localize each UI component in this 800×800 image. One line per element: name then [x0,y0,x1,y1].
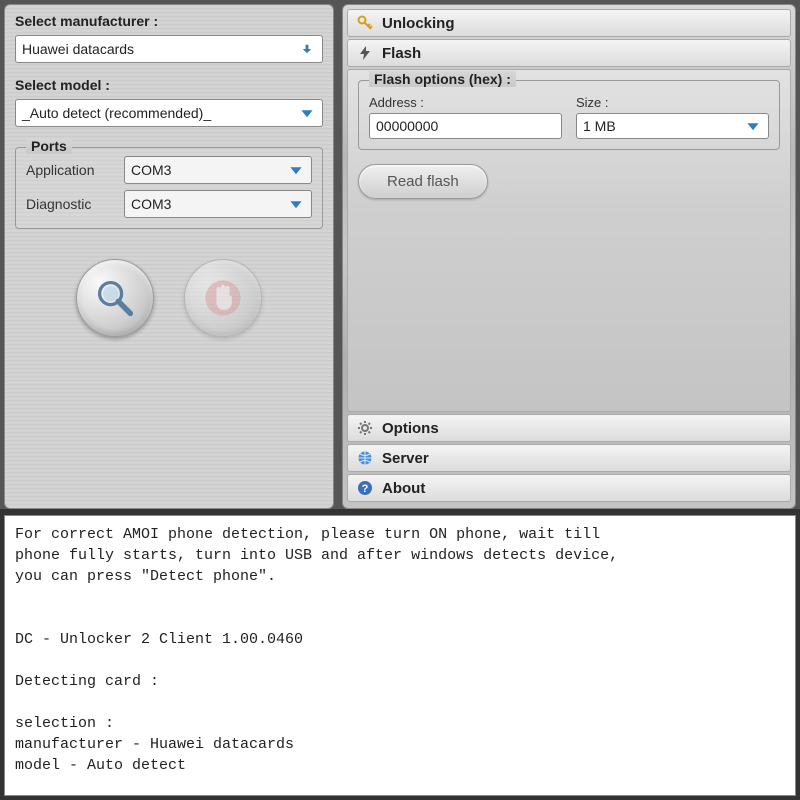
application-port-combo[interactable]: COM3 [124,156,312,184]
key-icon [356,14,374,32]
size-combo[interactable]: 1 MB [576,113,769,139]
size-label: Size : [576,95,769,110]
address-label: Address : [369,95,562,110]
tab-unlocking-label: Unlocking [382,15,455,32]
flash-options-group: Flash options (hex) : Address : Size : 1… [358,80,780,150]
chevron-down-icon [287,161,305,179]
help-icon: ? [356,479,374,497]
detect-button[interactable] [76,259,154,337]
search-icon [93,276,137,320]
size-value: 1 MB [583,118,744,134]
log-output[interactable]: For correct AMOI phone detection, please… [4,515,796,796]
svg-text:?: ? [362,483,369,495]
chevron-down-icon [744,117,762,135]
tab-options-label: Options [382,420,439,437]
application-port-value: COM3 [131,162,287,178]
ports-title: Ports [26,138,72,154]
model-label: Select model : [15,77,323,93]
diagnostic-port-label: Diagnostic [26,196,116,212]
model-combo[interactable]: _Auto detect (recommended)_ [15,99,323,127]
flash-options-title: Flash options (hex) : [369,71,516,87]
flash-panel: Flash options (hex) : Address : Size : 1… [347,69,791,412]
tab-server[interactable]: Server [347,444,791,472]
diagnostic-port-combo[interactable]: COM3 [124,190,312,218]
manufacturer-label: Select manufacturer : [15,13,323,29]
gear-icon [356,419,374,437]
stop-button [184,259,262,337]
address-input[interactable] [369,113,562,139]
application-port-label: Application [26,162,116,178]
tab-about[interactable]: ? About [347,474,791,502]
manufacturer-combo[interactable]: Huawei datacards [15,35,323,63]
tab-flash-label: Flash [382,45,421,62]
stop-hand-icon [201,276,245,320]
tab-unlocking[interactable]: Unlocking [347,9,791,37]
device-selection-panel: Select manufacturer : Huawei datacards S… [4,4,334,509]
model-value: _Auto detect (recommended)_ [22,105,298,121]
log-text: For correct AMOI phone detection, please… [15,526,618,796]
manufacturer-value: Huawei datacards [22,41,298,57]
tab-about-label: About [382,480,425,497]
diagnostic-port-value: COM3 [131,196,287,212]
chevron-down-icon [287,195,305,213]
bolt-icon [356,44,374,62]
chevron-down-icon [298,40,316,58]
ports-group: Ports Application COM3 Diagnostic COM3 [15,147,323,229]
chevron-down-icon [298,104,316,122]
tab-options[interactable]: Options [347,414,791,442]
tab-flash[interactable]: Flash [347,39,791,67]
read-flash-button[interactable]: Read flash [358,164,488,199]
tab-server-label: Server [382,450,429,467]
operations-panel: Unlocking Flash Flash options (hex) : Ad… [342,4,796,509]
globe-icon [356,449,374,467]
